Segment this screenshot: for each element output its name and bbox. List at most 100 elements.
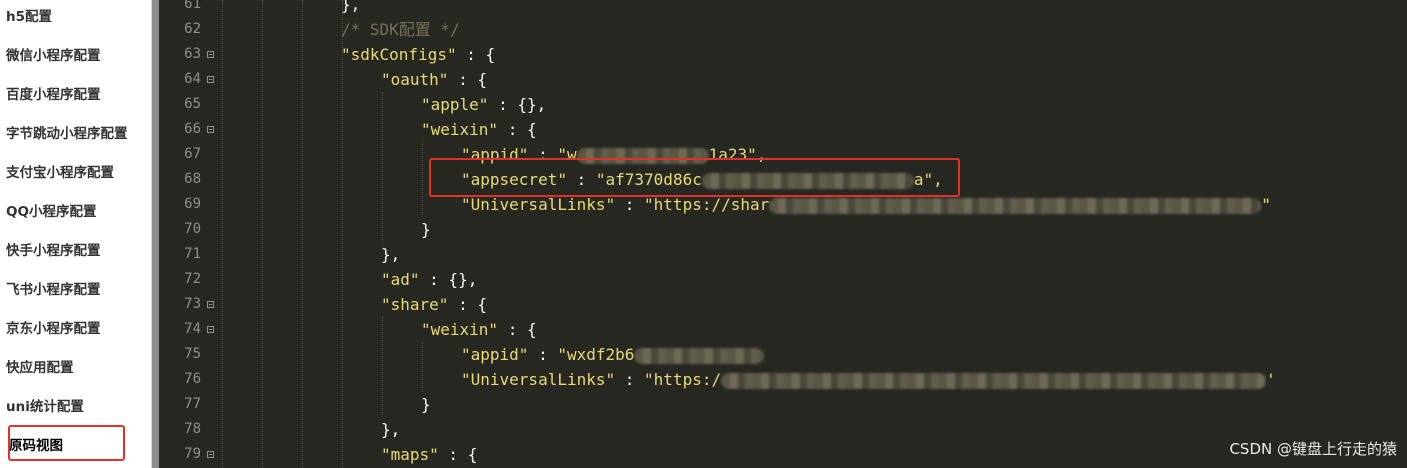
indent-guide xyxy=(222,0,223,468)
code-line-74: "weixin" : { xyxy=(421,317,537,342)
json-key: "maps" xyxy=(381,445,439,464)
sidebar-item-h5[interactable]: h5配置 xyxy=(0,0,150,37)
code-line-75: "appid" : "wxdf2b6 xyxy=(461,342,765,367)
line-number-gutter: 61 62 63 64 65 66 67 68 69 70 71 72 73 7… xyxy=(159,0,219,468)
code-text: } xyxy=(421,220,431,239)
json-string: "https://shar xyxy=(644,195,770,214)
code-text: : xyxy=(615,195,645,214)
json-key: "ad" xyxy=(381,270,420,289)
code-line-66: "weixin" : { xyxy=(421,117,537,142)
line-number: 61 xyxy=(184,0,201,12)
json-string: " xyxy=(1261,195,1271,214)
line-number: 74 xyxy=(184,321,201,337)
json-string: "https:/ xyxy=(644,370,722,389)
code-line-78: }, xyxy=(381,417,400,442)
watermark: CSDN @键盘上行走的猿 xyxy=(1229,440,1397,458)
json-key: "weixin" xyxy=(421,320,499,339)
code-text: : {}, xyxy=(488,95,547,114)
line-number: 68 xyxy=(184,171,201,187)
line-number: 69 xyxy=(184,196,201,212)
json-key: "weixin" xyxy=(421,120,499,139)
code-text: }, xyxy=(381,245,401,264)
code-line-76: "UniversalLinks" : "https:/ ' xyxy=(461,367,1276,392)
line-number: 62 xyxy=(184,21,201,37)
json-key: "appid" xyxy=(461,345,529,364)
fold-toggle-icon[interactable] xyxy=(207,326,214,333)
line-number: 75 xyxy=(184,346,201,362)
line-number: 77 xyxy=(184,396,201,412)
code-line-63: "sdkConfigs" : { xyxy=(341,42,495,67)
code-text: }, xyxy=(381,420,401,439)
line-number: 63 xyxy=(184,46,201,62)
sidebar-item-feishu-miniprogram[interactable]: 飞书小程序配置 xyxy=(0,271,150,310)
json-key: "UniversalLinks" xyxy=(461,195,616,214)
redacted-blur xyxy=(721,372,1267,389)
code-line-65: "apple" : {}, xyxy=(421,92,546,117)
line-number: 64 xyxy=(184,71,201,87)
line-number: 72 xyxy=(184,271,201,287)
sidebar-item-kuaishou-miniprogram[interactable]: 快手小程序配置 xyxy=(0,232,150,271)
code-line-72: "ad" : {}, xyxy=(381,267,477,292)
code-text: : { xyxy=(498,320,537,339)
code-editor[interactable]: }, /* SDK配置 */ "sdkConfigs" : { "oauth" … xyxy=(219,0,1407,468)
indent-guide xyxy=(422,342,423,392)
code-text: : xyxy=(615,370,645,389)
sidebar: h5配置 微信小程序配置 百度小程序配置 字节跳动小程序配置 支付宝小程序配置 … xyxy=(0,0,152,468)
line-number: 67 xyxy=(184,146,201,162)
fold-toggle-icon[interactable] xyxy=(207,126,214,133)
code-text: }, xyxy=(341,0,361,14)
redacted-blur xyxy=(634,347,765,364)
fold-toggle-icon[interactable] xyxy=(207,76,214,83)
line-number: 66 xyxy=(184,121,201,137)
sidebar-item-quickapp[interactable]: 快应用配置 xyxy=(0,349,150,388)
indent-guide xyxy=(302,0,303,468)
line-number: 78 xyxy=(184,421,201,437)
indent-guide xyxy=(262,0,263,468)
code-line-73: "share" : { xyxy=(381,292,487,317)
fold-toggle-icon[interactable] xyxy=(207,451,214,458)
redacted-blur xyxy=(769,197,1262,214)
code-text: : { xyxy=(438,445,478,464)
code-text: : xyxy=(528,345,558,364)
code-text: : {}, xyxy=(419,270,478,289)
sidebar-item-uni-stat[interactable]: uni统计配置 xyxy=(0,388,150,427)
json-key: "sdkConfigs" xyxy=(341,45,457,64)
sidebar-scrollbar[interactable] xyxy=(152,0,159,468)
code-text: : { xyxy=(498,120,537,139)
code-text: : { xyxy=(448,295,487,314)
indent-guide xyxy=(382,92,383,242)
indent-guide xyxy=(422,142,423,217)
code-text: : { xyxy=(448,70,487,89)
fold-toggle-icon[interactable] xyxy=(207,301,214,308)
line-number: 79 xyxy=(184,446,201,462)
source-view-highlight-box xyxy=(8,425,125,461)
sidebar-item-jd-miniprogram[interactable]: 京东小程序配置 xyxy=(0,310,150,349)
code-line-70: } xyxy=(421,217,431,242)
code-line-62: /* SDK配置 */ xyxy=(341,17,460,42)
code-text: } xyxy=(421,395,431,414)
code-line-64: "oauth" : { xyxy=(381,67,487,92)
line-number: 71 xyxy=(184,246,201,262)
sidebar-item-alipay-miniprogram[interactable]: 支付宝小程序配置 xyxy=(0,154,150,193)
code-text: : { xyxy=(456,45,496,64)
code-comment: /* SDK配置 */ xyxy=(341,20,460,39)
code-line-79: "maps" : { xyxy=(381,442,477,467)
sidebar-item-baidu-miniprogram[interactable]: 百度小程序配置 xyxy=(0,76,150,115)
sidebar-item-qq-miniprogram[interactable]: QQ小程序配置 xyxy=(0,193,150,232)
line-number: 70 xyxy=(184,221,201,237)
fold-toggle-icon[interactable] xyxy=(207,51,214,58)
line-number: 73 xyxy=(184,296,201,312)
indent-guide xyxy=(342,0,343,468)
json-key: "UniversalLinks" xyxy=(461,370,616,389)
json-key: "share" xyxy=(381,295,449,314)
code-line-77: } xyxy=(421,392,431,417)
json-string: ' xyxy=(1266,370,1276,389)
sidebar-item-bytedance-miniprogram[interactable]: 字节跳动小程序配置 xyxy=(0,115,150,154)
code-line-61: }, xyxy=(341,0,360,17)
appsecret-highlight-box xyxy=(429,158,960,197)
line-number: 65 xyxy=(184,96,201,112)
sidebar-item-weixin-miniprogram[interactable]: 微信小程序配置 xyxy=(0,37,150,76)
indent-guide xyxy=(382,317,383,417)
code-line-71: }, xyxy=(381,242,400,267)
json-key: "apple" xyxy=(421,95,489,114)
